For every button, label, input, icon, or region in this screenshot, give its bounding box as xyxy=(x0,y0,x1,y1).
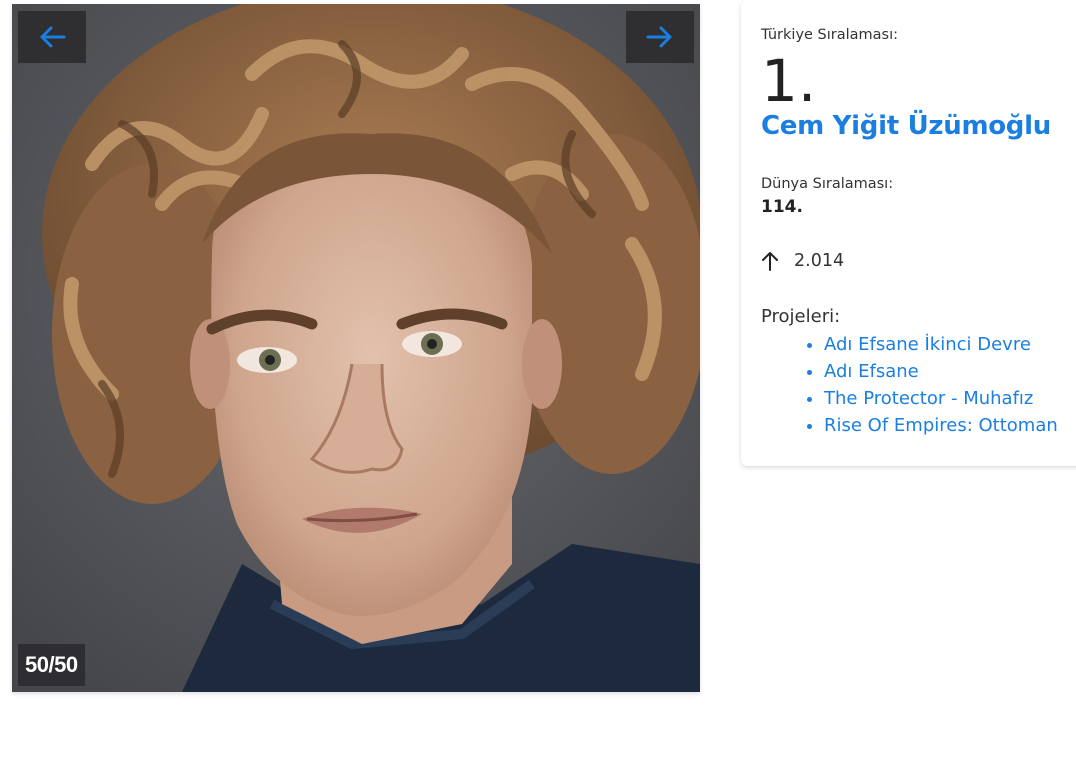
projects-label: Projeleri: xyxy=(761,306,841,327)
next-photo-button[interactable] xyxy=(626,11,694,63)
person-name[interactable]: Cem Yiğit Üzümoğlu xyxy=(761,111,1051,141)
list-item: Rise Of Empires: Ottoman xyxy=(824,412,1058,439)
list-item: Adı Efsane xyxy=(824,358,1058,385)
photo-counter: 50/50 xyxy=(18,644,85,686)
trend-value: 2.014 xyxy=(794,251,845,271)
project-link[interactable]: Adı Efsane xyxy=(824,361,919,382)
turkey-rank-label: Türkiye Sıralaması: xyxy=(761,27,899,43)
arrow-up-icon xyxy=(762,252,778,271)
project-link[interactable]: Rise Of Empires: Ottoman xyxy=(824,415,1058,436)
project-link[interactable]: Adı Efsane İkinci Devre xyxy=(824,334,1031,355)
projects-list: Adı Efsane İkinci Devre Adı Efsane The P… xyxy=(806,331,1058,439)
profile-photo xyxy=(12,4,700,692)
list-item: Adı Efsane İkinci Devre xyxy=(824,331,1058,358)
arrow-left-icon xyxy=(40,26,66,48)
previous-photo-button[interactable] xyxy=(18,11,86,63)
arrow-right-icon xyxy=(646,26,672,48)
world-rank-label: Dünya Sıralaması: xyxy=(761,176,894,192)
ranking-card: Türkiye Sıralaması: 1. Cem Yiğit Üzümoğl… xyxy=(741,0,1076,466)
project-link[interactable]: The Protector - Muhafız xyxy=(824,388,1033,409)
turkey-rank-value: 1. xyxy=(761,47,817,115)
world-rank-value: 114. xyxy=(761,197,803,217)
list-item: The Protector - Muhafız xyxy=(824,385,1058,412)
rank-trend: 2.014 xyxy=(761,251,844,271)
photo-viewer: 50/50 xyxy=(12,4,700,692)
